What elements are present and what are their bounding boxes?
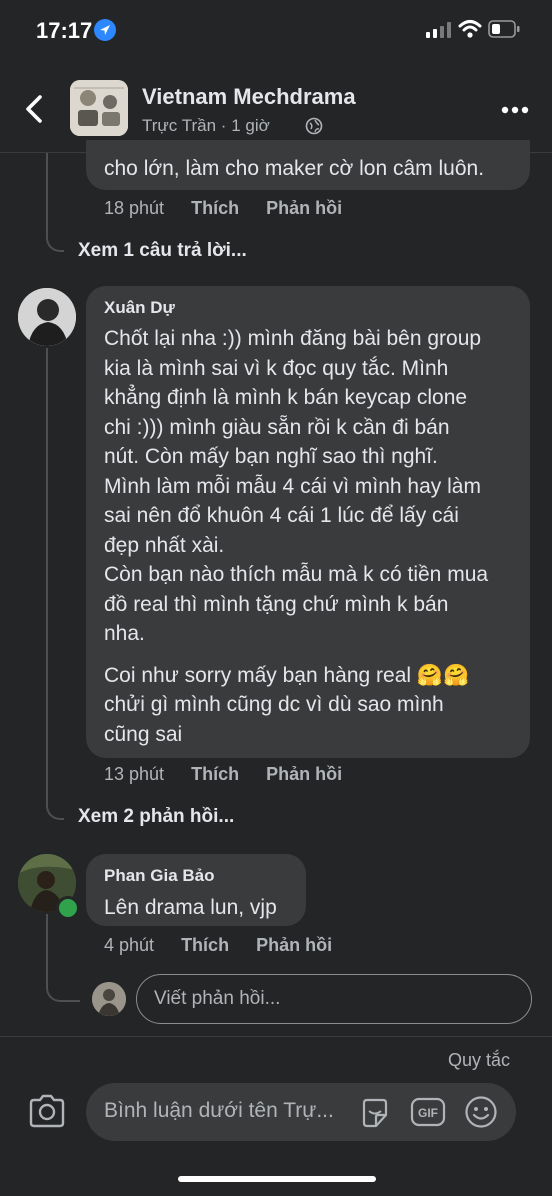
thread-line	[46, 348, 48, 798]
like-button[interactable]: Thích	[191, 764, 239, 784]
post-author[interactable]: Trực Trần	[142, 116, 216, 135]
thread-connector	[46, 780, 64, 820]
battery-icon	[488, 20, 520, 38]
reply-input-placeholder: Viết phản hồi...	[154, 988, 281, 1009]
comment-line: Coi như sorry mấy bạn hàng real 🤗🤗	[104, 663, 470, 687]
gif-label: GIF	[418, 1106, 438, 1120]
comment-line: Còn bạn nào thích mẫu mà k có tiền mua	[104, 563, 489, 586]
comment-line: khẳng định là mình k bán keycap clone	[104, 386, 468, 409]
comment-text: Chốt lại nha :)) mình đăng bài bên group…	[104, 324, 488, 749]
thread-connector	[46, 964, 80, 1002]
reply-button[interactable]: Phản hồi	[266, 764, 342, 784]
globe-icon	[305, 117, 323, 135]
rules-link[interactable]: Quy tắc	[448, 1050, 510, 1071]
reply-button[interactable]: Phản hồi	[256, 935, 332, 955]
home-indicator	[178, 1176, 376, 1182]
comment-line: kia là mình sai vì k đọc quy tắc. Mình	[104, 356, 449, 380]
comment-line: nút. Còn mấy bạn nghĩ sao thì nghĩ.	[104, 445, 438, 468]
comment-actions: 4 phút Thích Phản hồi	[104, 935, 332, 956]
comment-input-placeholder: Bình luận dưới tên Trự...	[104, 1099, 334, 1122]
back-chevron-icon[interactable]	[22, 94, 48, 124]
comment-line: đẹp nhất xài.	[104, 533, 225, 557]
view-replies-link[interactable]: Xem 2 phản hồi...	[78, 806, 234, 828]
group-name[interactable]: Vietnam Mechdrama	[142, 84, 356, 110]
post-meta: Trực Trần · 1 giờ	[142, 116, 270, 136]
thread-connector	[46, 210, 64, 252]
avatar[interactable]	[18, 288, 76, 346]
my-avatar	[92, 982, 126, 1016]
location-arrow-icon	[94, 19, 116, 41]
wifi-icon	[458, 19, 482, 39]
comment-time: 18 phút	[104, 198, 165, 218]
like-button[interactable]: Thích	[191, 198, 239, 218]
view-replies-link[interactable]: Xem 1 câu trả lời...	[78, 240, 247, 262]
comment-author[interactable]: Phan Gia Bảo	[104, 866, 215, 886]
comment-author[interactable]: Xuân Dự	[104, 298, 175, 318]
group-avatar[interactable]	[70, 80, 128, 136]
gif-icon[interactable]: GIF	[410, 1096, 446, 1128]
cellular-signal-icon	[426, 22, 454, 38]
comment-line: nha.	[104, 622, 145, 645]
emoji-icon[interactable]	[464, 1095, 498, 1129]
comment-actions: 18 phút Thích Phản hồi	[104, 198, 342, 219]
sticker-icon[interactable]	[360, 1097, 390, 1129]
status-time: 17:17	[36, 18, 93, 43]
comment-line: chi :))) mình giàu sẵn rồi k cần đi bán	[104, 415, 450, 439]
more-options-icon[interactable]	[500, 100, 530, 120]
comment-line: Chốt lại nha :)) mình đăng bài bên group	[104, 327, 482, 350]
comment-text: Lên drama lun, vjp	[104, 896, 277, 919]
comment-text: cho lớn, làm cho maker cờ lon câm luôn.	[104, 157, 485, 180]
comment-line: cũng sai	[104, 722, 183, 746]
comment-line: đồ real thì mình tặng chứ mình k bán	[104, 592, 449, 616]
comment-actions: 13 phút Thích Phản hồi	[104, 764, 342, 785]
comment-line: chửi gì mình cũng dc vì dù sao mình	[104, 693, 444, 716]
comment-line: sai nên đổ khuôn 4 cái 1 lúc để lấy cái	[104, 504, 459, 527]
comment-time: 4 phút	[104, 935, 155, 955]
comment-line: Mình làm mỗi mẫu 4 cái vì mình hay làm	[104, 474, 481, 498]
camera-icon[interactable]	[28, 1094, 66, 1128]
meta-separator: ·	[220, 116, 227, 135]
comment-time: 13 phút	[104, 764, 165, 784]
online-status-dot	[56, 896, 80, 920]
like-button[interactable]: Thích	[181, 935, 229, 955]
post-time: 1 giờ	[231, 116, 270, 135]
reply-button[interactable]: Phản hồi	[266, 198, 342, 218]
